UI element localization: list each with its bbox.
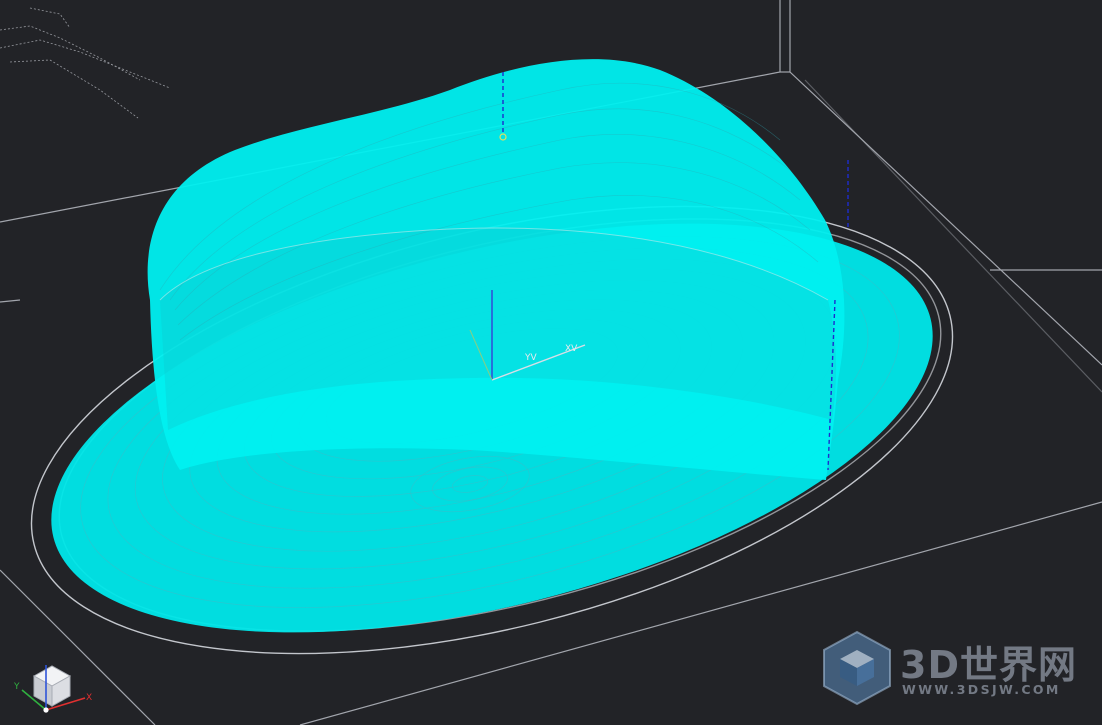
view-cube-x-label: X <box>86 693 92 703</box>
view-cube[interactable] <box>21 665 86 713</box>
origin-y-label: YV <box>524 353 537 363</box>
watermark: 3D世界网 WWW.3DSJW.COM <box>818 628 1088 708</box>
dome-toolpath <box>147 59 845 481</box>
view-cube-y-label: Y <box>13 682 20 692</box>
tool-holder-wireframe <box>0 7 171 119</box>
3d-viewport[interactable]: XV YV X Y 3D世界网 WWW.3DSJW.COM <box>0 0 1102 725</box>
origin-x-label: XV <box>565 344 578 354</box>
watermark-brand: 3D世界网 <box>900 643 1077 687</box>
scene-canvas[interactable]: XV YV X Y <box>0 0 1102 725</box>
watermark-url: WWW.3DSJW.COM <box>902 682 1061 697</box>
watermark-logo-icon <box>823 630 891 706</box>
